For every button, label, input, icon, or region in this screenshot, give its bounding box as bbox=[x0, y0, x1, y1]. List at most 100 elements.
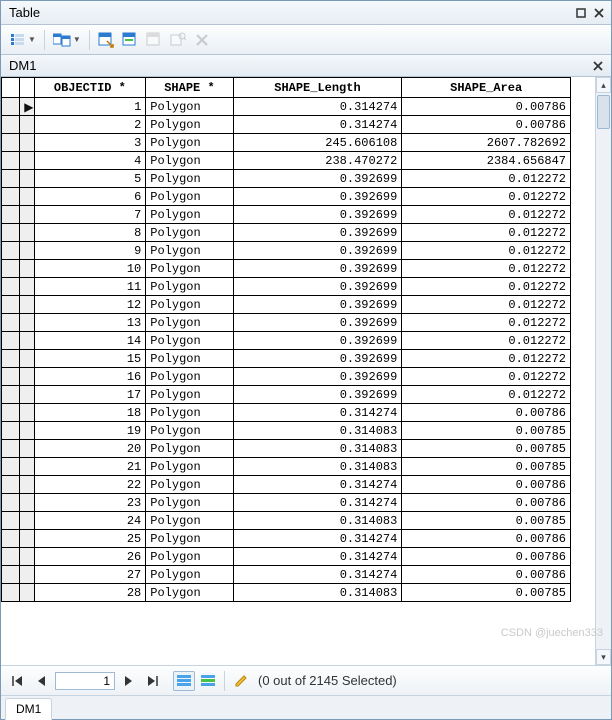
cell-objectid: 8 bbox=[34, 224, 146, 242]
vertical-scrollbar[interactable]: ▴ ▾ bbox=[595, 77, 611, 665]
clear-selection-button[interactable] bbox=[143, 29, 165, 51]
cell-shape-area: 0.00785 bbox=[402, 422, 571, 440]
prev-record-button[interactable] bbox=[31, 671, 53, 691]
table-row[interactable]: 5Polygon0.3926990.012272 bbox=[2, 170, 571, 188]
row-selector[interactable] bbox=[2, 404, 20, 422]
row-selector[interactable] bbox=[2, 98, 20, 116]
maximize-button[interactable] bbox=[573, 5, 589, 21]
scroll-down-button[interactable]: ▾ bbox=[596, 649, 611, 665]
cell-shape-area: 0.012272 bbox=[402, 332, 571, 350]
table-row[interactable]: 7Polygon0.3926990.012272 bbox=[2, 206, 571, 224]
delete-icon bbox=[195, 33, 209, 47]
show-all-button[interactable] bbox=[173, 671, 195, 691]
row-selector[interactable] bbox=[2, 332, 20, 350]
table-row[interactable]: 26Polygon0.3142740.00786 bbox=[2, 548, 571, 566]
cell-shape-length: 0.392699 bbox=[233, 224, 402, 242]
table-row[interactable]: 28Polygon0.3140830.00785 bbox=[2, 584, 571, 602]
record-number-input[interactable] bbox=[55, 672, 115, 690]
row-selector[interactable] bbox=[2, 494, 20, 512]
row-selector[interactable] bbox=[2, 314, 20, 332]
table-row[interactable]: 23Polygon0.3142740.00786 bbox=[2, 494, 571, 512]
cell-objectid: 7 bbox=[34, 206, 146, 224]
tab-dm1[interactable]: DM1 bbox=[5, 698, 52, 720]
row-selector[interactable] bbox=[2, 224, 20, 242]
row-selector[interactable] bbox=[2, 242, 20, 260]
table-row[interactable]: 6Polygon0.3926990.012272 bbox=[2, 188, 571, 206]
row-selector[interactable] bbox=[2, 350, 20, 368]
table-row[interactable]: 19Polygon0.3140830.00785 bbox=[2, 422, 571, 440]
table-row[interactable]: 22Polygon0.3142740.00786 bbox=[2, 476, 571, 494]
table-row[interactable]: 3Polygon245.6061082607.782692 bbox=[2, 134, 571, 152]
pencil-icon bbox=[234, 674, 248, 688]
row-selector[interactable] bbox=[2, 440, 20, 458]
table-row[interactable]: 21Polygon0.3140830.00785 bbox=[2, 458, 571, 476]
row-selector[interactable] bbox=[2, 278, 20, 296]
clear-selection-icon bbox=[146, 32, 162, 48]
cell-objectid: 1 bbox=[34, 98, 146, 116]
table-row[interactable]: 27Polygon0.3142740.00786 bbox=[2, 566, 571, 584]
table-row[interactable]: 13Polygon0.3926990.012272 bbox=[2, 314, 571, 332]
close-table-button[interactable] bbox=[593, 61, 603, 71]
highlight-button[interactable] bbox=[230, 671, 252, 691]
last-record-button[interactable] bbox=[141, 671, 163, 691]
scroll-up-button[interactable]: ▴ bbox=[596, 77, 611, 93]
row-selector[interactable] bbox=[2, 368, 20, 386]
row-selector[interactable] bbox=[2, 296, 20, 314]
table-row[interactable]: 8Polygon0.3926990.012272 bbox=[2, 224, 571, 242]
col-shape-length[interactable]: SHAPE_Length bbox=[233, 78, 402, 98]
scroll-track[interactable] bbox=[596, 93, 611, 649]
next-record-button[interactable] bbox=[117, 671, 139, 691]
table-row[interactable]: 12Polygon0.3926990.012272 bbox=[2, 296, 571, 314]
select-by-attrs-button[interactable] bbox=[95, 29, 117, 51]
table-row[interactable]: 2Polygon0.3142740.00786 bbox=[2, 116, 571, 134]
show-selected-button[interactable] bbox=[197, 671, 219, 691]
row-selector[interactable] bbox=[2, 512, 20, 530]
switch-selection-button[interactable] bbox=[119, 29, 141, 51]
table-row[interactable]: 20Polygon0.3140830.00785 bbox=[2, 440, 571, 458]
table-row[interactable]: 18Polygon0.3142740.00786 bbox=[2, 404, 571, 422]
row-selector[interactable] bbox=[2, 422, 20, 440]
row-selector[interactable] bbox=[2, 476, 20, 494]
row-selector[interactable] bbox=[2, 584, 20, 602]
row-selector[interactable] bbox=[2, 170, 20, 188]
table-row[interactable]: 16Polygon0.3926990.012272 bbox=[2, 368, 571, 386]
row-selector[interactable] bbox=[2, 152, 20, 170]
table-row[interactable]: 11Polygon0.3926990.012272 bbox=[2, 278, 571, 296]
table-row[interactable]: 17Polygon0.3926990.012272 bbox=[2, 386, 571, 404]
table-row[interactable]: 25Polygon0.3142740.00786 bbox=[2, 530, 571, 548]
row-selector[interactable] bbox=[2, 134, 20, 152]
cell-shape-area: 0.00786 bbox=[402, 404, 571, 422]
table-row[interactable]: 9Polygon0.3926990.012272 bbox=[2, 242, 571, 260]
current-row-marker bbox=[20, 188, 34, 206]
cell-shape: Polygon bbox=[146, 422, 233, 440]
row-selector[interactable] bbox=[2, 548, 20, 566]
row-selector[interactable] bbox=[2, 116, 20, 134]
zoom-selected-button[interactable] bbox=[167, 29, 189, 51]
row-selector[interactable] bbox=[2, 206, 20, 224]
row-selector[interactable] bbox=[2, 188, 20, 206]
table-row[interactable]: 24Polygon0.3140830.00785 bbox=[2, 512, 571, 530]
first-record-button[interactable] bbox=[7, 671, 29, 691]
col-shape-area[interactable]: SHAPE_Area bbox=[402, 78, 571, 98]
table-row[interactable]: 10Polygon0.3926990.012272 bbox=[2, 260, 571, 278]
close-button[interactable] bbox=[591, 5, 607, 21]
delete-selected-button[interactable] bbox=[191, 29, 213, 51]
grid-viewport[interactable]: OBJECTID * SHAPE * SHAPE_Length SHAPE_Ar… bbox=[1, 77, 595, 665]
col-objectid[interactable]: OBJECTID * bbox=[34, 78, 146, 98]
row-selector[interactable] bbox=[2, 458, 20, 476]
row-selector[interactable] bbox=[2, 566, 20, 584]
row-selector-header[interactable] bbox=[2, 78, 20, 98]
row-selector[interactable] bbox=[2, 530, 20, 548]
related-tables-button[interactable]: ▼ bbox=[50, 29, 84, 51]
table-row[interactable]: ▶1Polygon0.3142740.00786 bbox=[2, 98, 571, 116]
col-shape[interactable]: SHAPE * bbox=[146, 78, 233, 98]
cell-shape-length: 0.314083 bbox=[233, 422, 402, 440]
table-row[interactable]: 4Polygon238.4702722384.656847 bbox=[2, 152, 571, 170]
table-options-button[interactable]: ▼ bbox=[7, 29, 39, 51]
table-row[interactable]: 15Polygon0.3926990.012272 bbox=[2, 350, 571, 368]
row-selector[interactable] bbox=[2, 386, 20, 404]
scroll-thumb[interactable] bbox=[597, 95, 610, 129]
cell-shape: Polygon bbox=[146, 494, 233, 512]
table-row[interactable]: 14Polygon0.3926990.012272 bbox=[2, 332, 571, 350]
row-selector[interactable] bbox=[2, 260, 20, 278]
